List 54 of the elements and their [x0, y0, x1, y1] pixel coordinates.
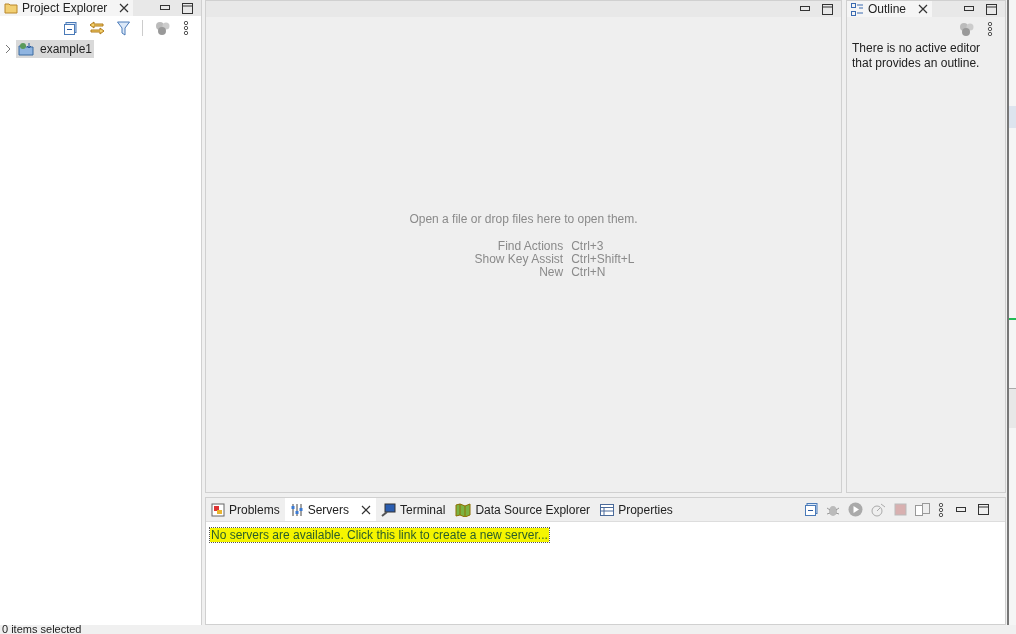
outline-message: There is no active editor that provides an outline.	[851, 41, 982, 71]
view-menu-icon[interactable]	[938, 502, 944, 517]
shortcut-action: Find Actions	[496, 240, 564, 253]
outline-icon	[851, 2, 864, 16]
shortcut-action: New	[538, 266, 564, 279]
minimize-icon[interactable]	[800, 6, 810, 12]
create-server-link[interactable]: No servers are available. Click this link to create a new server...	[210, 528, 549, 542]
panel-tab[interactable]: Terminal	[376, 498, 451, 521]
table-icon	[600, 503, 615, 516]
sliders-icon	[289, 502, 304, 517]
panel-tab[interactable]: Servers	[284, 498, 377, 521]
panel-tab[interactable]: Data Source Explorer	[450, 498, 596, 521]
problems-icon	[211, 502, 225, 517]
minimize-icon[interactable]	[160, 5, 170, 11]
close-icon[interactable]	[119, 3, 130, 13]
tab-label[interactable]: Properties	[618, 500, 673, 519]
minimize-icon[interactable]	[956, 506, 966, 513]
close-icon[interactable]	[361, 504, 372, 515]
tab-label[interactable]: Data Source Explorer	[475, 500, 591, 519]
map-icon	[455, 502, 472, 517]
tree-item[interactable]: example1	[16, 40, 95, 58]
tab-label[interactable]: Servers	[307, 500, 350, 519]
editor-hint: Open a file or drop files here to open them.	[409, 211, 638, 228]
filter-icon[interactable]	[117, 20, 130, 36]
tab-label[interactable]: Terminal	[400, 500, 446, 519]
shortcut-keys: Ctrl+3	[571, 240, 635, 253]
shortcut-action: Show Key Assist	[474, 253, 564, 266]
monitor-icon	[381, 502, 397, 517]
maximize-icon[interactable]	[182, 2, 193, 14]
link-arrows-icon[interactable]	[89, 21, 105, 35]
highlighted-row	[1009, 106, 1016, 128]
shortcut-keys: Ctrl+N	[571, 266, 635, 279]
synchronize-icon[interactable]	[155, 21, 171, 35]
status-text: 0 items selected	[2, 625, 82, 634]
collapse-all-icon[interactable]	[805, 503, 818, 516]
expand-caret-icon[interactable]	[4, 44, 12, 54]
maximize-icon[interactable]	[978, 504, 989, 515]
shortcut-keys: Ctrl+Shift+L	[571, 253, 635, 266]
maximize-icon[interactable]	[986, 3, 997, 15]
view-menu-icon[interactable]	[183, 21, 189, 35]
panel-tab[interactable]: Properties	[595, 498, 678, 521]
collapse-all-icon[interactable]	[64, 21, 77, 35]
close-icon[interactable]	[918, 4, 929, 14]
publish-icon[interactable]	[915, 502, 930, 517]
project-folder-icon	[18, 42, 36, 56]
tree-item-label: example1	[40, 41, 93, 58]
view-menu-icon[interactable]	[987, 22, 993, 36]
folder-icon	[4, 2, 18, 14]
tab-label[interactable]: Problems	[229, 500, 280, 519]
maximize-icon[interactable]	[822, 3, 833, 15]
minimize-icon[interactable]	[964, 6, 974, 12]
panel-tab[interactable]: Problems	[206, 498, 285, 521]
view-tab[interactable]: Project Explorer	[0, 0, 134, 16]
view-tab[interactable]: Outline	[847, 1, 933, 17]
